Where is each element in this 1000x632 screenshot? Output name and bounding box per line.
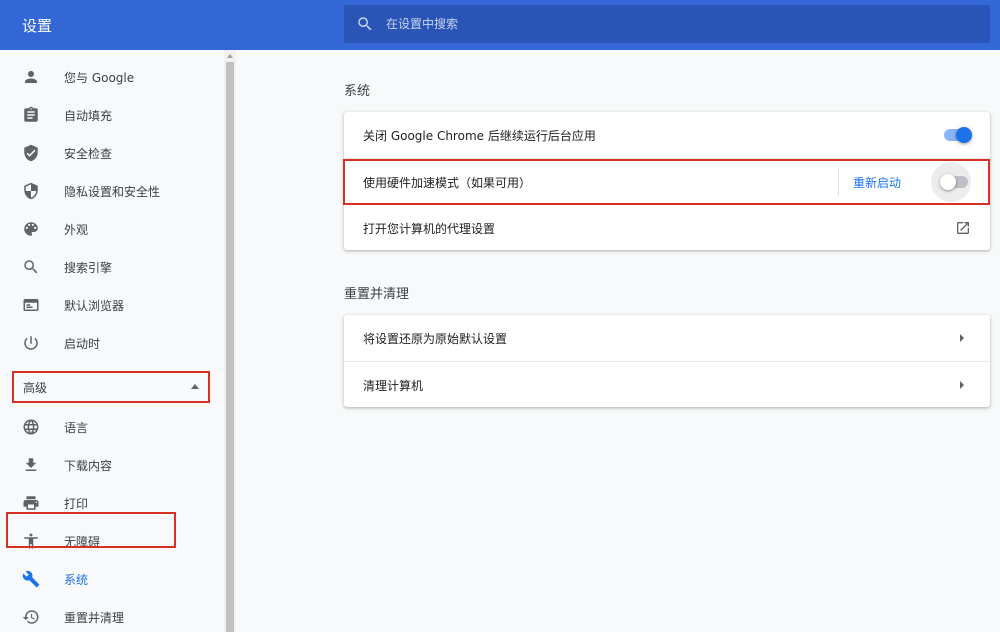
section-title-system: 系统 (344, 84, 371, 99)
sidebar-item-reset-and-clean-up[interactable]: 重置并清理 (0, 598, 224, 632)
sidebar-item-label: 无障碍 (64, 534, 101, 549)
sidebar-item-privacy[interactable]: 隐私设置和安全性 (0, 172, 224, 210)
sidebar-item-label: 启动时 (64, 336, 101, 351)
relaunch-button[interactable]: 重新启动 (853, 174, 901, 191)
background-apps-toggle[interactable] (942, 127, 972, 143)
sidebar-item-autofill[interactable]: 自动填充 (0, 96, 224, 134)
sidebar-item-search-engine[interactable]: 搜索引擎 (0, 248, 224, 286)
sidebar-item-label: 自动填充 (64, 108, 113, 123)
chevron-right-icon (960, 334, 964, 342)
accessibility-icon (22, 532, 40, 550)
background-apps-row[interactable]: 关闭 Google Chrome 后继续运行后台应用 (344, 112, 990, 158)
row-label: 关闭 Google Chrome 后继续运行后台应用 (363, 129, 596, 143)
sidebar-item-label: 默认浏览器 (64, 298, 125, 313)
sidebar-item-label: 隐私设置和安全性 (64, 184, 161, 199)
person-icon (22, 68, 40, 86)
reset-card: 将设置还原为原始默认设置 清理计算机 (344, 315, 990, 407)
advanced-toggle[interactable]: 高级 (12, 371, 210, 403)
sidebar-scrollbar[interactable] (224, 50, 236, 632)
open-in-new-icon[interactable] (955, 220, 971, 236)
sidebar: 您与 Google 自动填充 安全检查 隐私设置和安全性 外观 搜索引擎 默认浏… (0, 50, 236, 632)
sidebar-item-label: 系统 (64, 572, 89, 587)
sidebar-item-label: 搜索引擎 (64, 260, 113, 275)
search-icon (22, 258, 40, 276)
divider (838, 168, 839, 196)
system-card: 关闭 Google Chrome 后继续运行后台应用 使用硬件加速模式（如果可用… (344, 112, 990, 250)
sidebar-item-label: 下载内容 (64, 458, 113, 473)
toggle-knob (956, 127, 972, 143)
scroll-thumb[interactable] (226, 62, 234, 632)
sidebar-item-downloads[interactable]: 下载内容 (0, 446, 224, 484)
sidebar-item-printing[interactable]: 打印 (0, 484, 224, 522)
globe-icon (22, 418, 40, 436)
power-icon (22, 334, 40, 352)
palette-icon (22, 220, 40, 238)
browser-icon (22, 296, 40, 314)
download-icon (22, 456, 40, 474)
sidebar-item-appearance[interactable]: 外观 (0, 210, 224, 248)
section-title-reset: 重置并清理 (344, 287, 410, 302)
proxy-settings-row[interactable]: 打开您计算机的代理设置 (344, 204, 990, 250)
page-title: 设置 (22, 17, 53, 35)
chevron-right-icon (960, 381, 964, 389)
wrench-icon (22, 570, 40, 588)
sidebar-item-label: 安全检查 (64, 146, 113, 161)
sidebar-item-you-and-google[interactable]: 您与 Google (0, 58, 224, 96)
search-icon (358, 17, 372, 31)
hardware-acceleration-row[interactable]: 使用硬件加速模式（如果可用） 重新启动 (344, 158, 990, 204)
row-label: 使用硬件加速模式（如果可用） (363, 176, 532, 190)
search-box[interactable] (344, 5, 990, 43)
sidebar-item-label: 您与 Google (64, 70, 135, 85)
sidebar-item-label: 打印 (64, 496, 89, 511)
row-label: 将设置还原为原始默认设置 (363, 332, 508, 346)
clipboard-icon (22, 106, 40, 124)
shield-half-icon (22, 182, 40, 200)
toggle-knob (940, 174, 956, 190)
clean-up-computer-row[interactable]: 清理计算机 (344, 361, 990, 407)
sidebar-item-accessibility[interactable]: 无障碍 (0, 522, 224, 560)
arrow-up-icon (191, 384, 199, 389)
shield-check-icon (22, 144, 40, 162)
sidebar-item-label: 重置并清理 (64, 610, 125, 625)
sidebar-item-label: 外观 (64, 222, 89, 237)
sidebar-item-system[interactable]: 系统 (0, 560, 224, 598)
scroll-up-arrow-icon[interactable] (227, 54, 233, 58)
sidebar-item-label: 语言 (64, 420, 89, 435)
search-input[interactable] (386, 5, 976, 43)
row-label: 打开您计算机的代理设置 (363, 222, 496, 236)
sidebar-item-languages[interactable]: 语言 (0, 408, 224, 446)
history-icon (22, 608, 40, 626)
printer-icon (22, 494, 40, 512)
hardware-acceleration-toggle[interactable] (940, 174, 970, 190)
advanced-label: 高级 (23, 380, 48, 395)
sidebar-item-on-startup[interactable]: 启动时 (0, 324, 224, 362)
row-label: 清理计算机 (363, 379, 424, 393)
restore-defaults-row[interactable]: 将设置还原为原始默认设置 (344, 315, 990, 361)
top-bar: 设置 (0, 0, 1000, 50)
sidebar-item-default-browser[interactable]: 默认浏览器 (0, 286, 224, 324)
sidebar-item-safety-check[interactable]: 安全检查 (0, 134, 224, 172)
